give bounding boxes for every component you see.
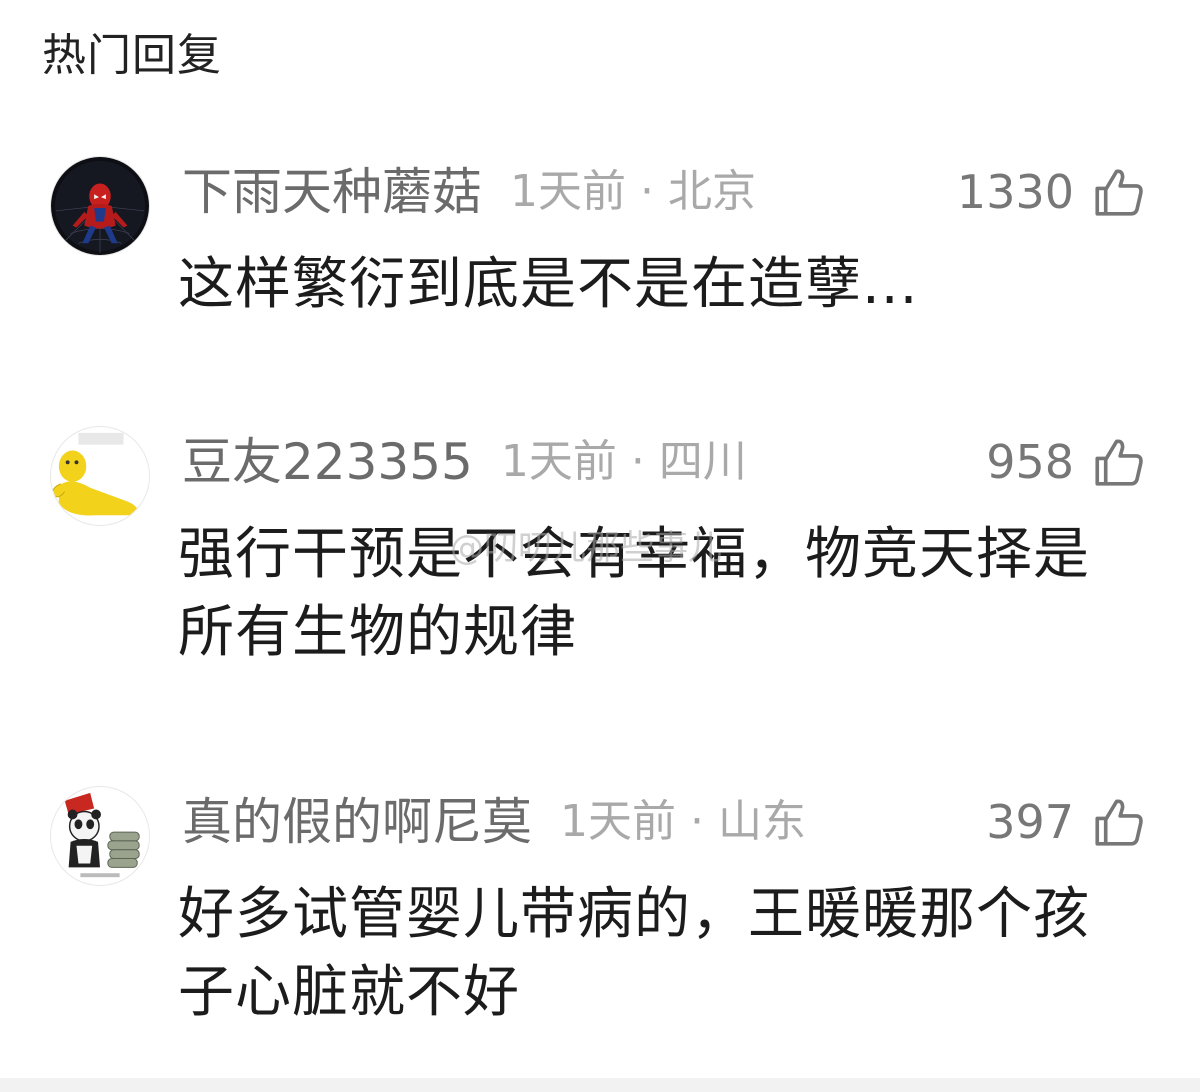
- thumbs-up-icon[interactable]: [1090, 433, 1148, 491]
- comment-time: 1天前: [500, 436, 617, 487]
- like-count: 397: [986, 795, 1074, 849]
- username[interactable]: 豆友223355: [182, 430, 473, 494]
- comment-time: 1天前: [510, 166, 626, 217]
- comment-location: 山东: [718, 796, 806, 847]
- comment-meta: 1天前 · 山东: [560, 790, 806, 854]
- thumbs-up-icon[interactable]: [1090, 163, 1148, 221]
- meta-separator: ·: [630, 436, 645, 487]
- comment-time: 1天前: [560, 796, 676, 847]
- section-title: 热门回复: [42, 30, 222, 81]
- thumbs-up-icon[interactable]: [1090, 793, 1148, 851]
- like-button[interactable]: 397: [986, 792, 1148, 852]
- panda-meme-avatar-icon[interactable]: [50, 786, 150, 886]
- comment-location: 北京: [668, 166, 756, 217]
- like-button[interactable]: 1330: [957, 162, 1148, 222]
- comment-text: 好多试管婴儿带病的，王暖暖那个孩子心脏就不好: [178, 882, 1090, 1025]
- comment-text: 这样繁衍到底是不是在造孽...: [178, 252, 919, 317]
- comment-meta: 1天前 · 北京: [510, 160, 756, 224]
- username[interactable]: 下雨天种蘑菇: [182, 160, 482, 224]
- comment-meta: 1天前 · 四川: [501, 430, 747, 494]
- like-button[interactable]: 958: [986, 432, 1148, 492]
- meta-separator: ·: [640, 166, 654, 217]
- comment-text: 强行干预是不会有幸福，物竞天择是所有生物的规律: [178, 522, 1090, 665]
- like-count: 958: [986, 435, 1074, 489]
- like-count: 1330: [956, 165, 1074, 219]
- spiderman-avatar-icon[interactable]: [50, 156, 150, 256]
- meta-separator: ·: [690, 796, 704, 847]
- username[interactable]: 真的假的啊尼莫: [182, 790, 532, 854]
- yellow-figure-avatar-icon[interactable]: [50, 426, 150, 526]
- comment-location: 四川: [658, 436, 747, 487]
- bottom-divider: [0, 1078, 1200, 1092]
